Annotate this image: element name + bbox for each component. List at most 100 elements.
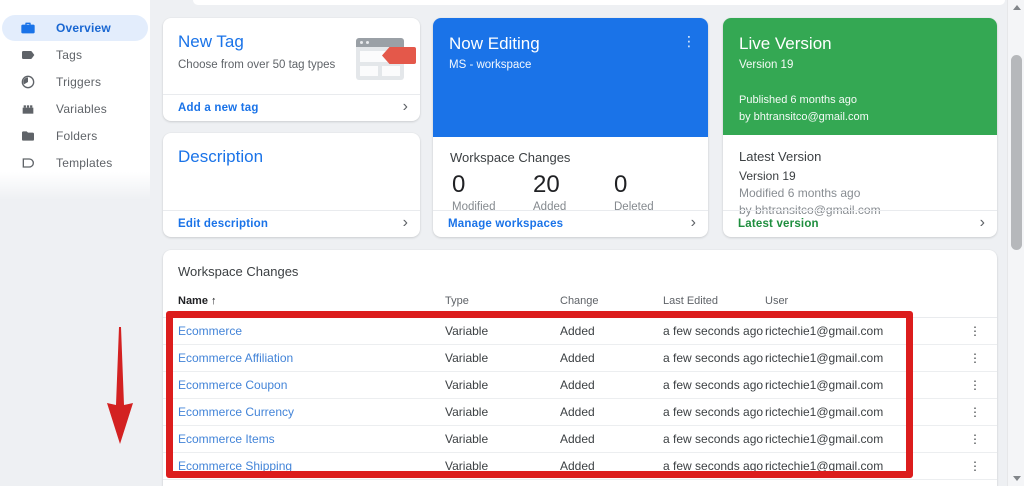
- row-type: Variable: [445, 378, 489, 392]
- latest-version-link-label: Latest version: [738, 218, 819, 230]
- table-row: Ecommerce Items Variable Added a few sec…: [163, 426, 997, 453]
- live-version-title: Live Version: [739, 34, 832, 53]
- sidebar-item-tags[interactable]: Tags: [2, 42, 148, 68]
- scroll-up-arrow-icon[interactable]: [1013, 5, 1021, 10]
- row-change: Added: [560, 432, 595, 446]
- row-menu-icon[interactable]: ⋮: [969, 325, 997, 337]
- latest-version-block: Latest Version Version 19 Modified 6 mon…: [723, 135, 997, 217]
- new-tag-card: New Tag Choose from over 50 tag types Ad…: [163, 18, 420, 121]
- column-header-user[interactable]: User: [765, 295, 955, 307]
- live-version-header: Live Version Version 19 Published 6 mont…: [723, 18, 997, 135]
- sidebar-item-folders[interactable]: Folders: [2, 123, 148, 149]
- row-last-edited: a few seconds ago: [663, 324, 764, 338]
- chevron-right-icon: ›: [979, 214, 985, 231]
- published-by: by bhtransitco@gmail.com: [739, 110, 869, 123]
- browser-tag-illustration: [356, 38, 416, 82]
- row-user: rictechie1@gmail.com: [765, 432, 884, 446]
- row-type: Variable: [445, 405, 489, 419]
- header-bottom-strip: [193, 0, 1005, 5]
- annotation-down-arrow: [107, 327, 133, 444]
- row-name-link[interactable]: Ecommerce Currency: [178, 405, 445, 419]
- add-new-tag-label: Add a new tag: [178, 102, 259, 114]
- row-name-link[interactable]: Ecommerce: [178, 324, 445, 338]
- table-row: Ecommerce Affiliation Variable Added a f…: [163, 345, 997, 372]
- chevron-right-icon: ›: [402, 98, 408, 115]
- manage-workspaces-button[interactable]: Manage workspaces ›: [433, 210, 708, 237]
- column-header-change[interactable]: Change: [560, 295, 663, 307]
- column-header-last-edited[interactable]: Last Edited: [663, 295, 765, 307]
- more-options-icon[interactable]: ⋮: [682, 34, 696, 48]
- row-menu-icon[interactable]: ⋮: [969, 379, 997, 391]
- row-last-edited: a few seconds ago: [663, 405, 764, 419]
- workspace-changes-label: Workspace Changes: [450, 150, 571, 165]
- row-change: Added: [560, 405, 595, 419]
- sidebar-item-label: Variables: [56, 102, 107, 116]
- sidebar-item-variables[interactable]: Variables: [2, 96, 148, 122]
- sidebar: Overview Tags Triggers Variables Folders…: [0, 0, 150, 200]
- stat-value: 0: [614, 171, 628, 198]
- table-row-partial: ⋮: [163, 480, 997, 486]
- row-last-edited: a few seconds ago: [663, 351, 764, 365]
- table-row: Ecommerce Coupon Variable Added a few se…: [163, 372, 997, 399]
- edit-description-button[interactable]: Edit description ›: [163, 210, 420, 237]
- stat-value: 0: [452, 171, 466, 198]
- row-last-edited: a few seconds ago: [663, 432, 764, 446]
- row-name-link[interactable]: Ecommerce Shipping: [178, 459, 445, 473]
- row-type: Variable: [445, 432, 489, 446]
- vertical-scrollbar: [1007, 0, 1024, 486]
- scrollbar-thumb[interactable]: [1011, 55, 1022, 250]
- description-card: Description Edit description ›: [163, 133, 420, 237]
- row-type: Variable: [445, 351, 489, 365]
- trigger-icon: [20, 74, 36, 90]
- latest-version-modified: Modified 6 months ago: [739, 186, 861, 200]
- latest-version-heading: Latest Version: [739, 149, 822, 164]
- row-change: Added: [560, 459, 595, 473]
- variables-icon: [20, 101, 36, 117]
- sidebar-item-label: Overview: [56, 21, 111, 35]
- sidebar-item-label: Templates: [56, 156, 113, 170]
- row-name-link[interactable]: Ecommerce Affiliation: [178, 351, 445, 365]
- overview-icon: [20, 20, 36, 36]
- tag-icon: [20, 47, 36, 63]
- published-info: Published 6 months ago by bhtransitco@gm…: [739, 92, 869, 125]
- row-name-link[interactable]: Ecommerce Coupon: [178, 378, 445, 392]
- row-menu-icon[interactable]: ⋮: [969, 406, 997, 418]
- sidebar-item-label: Triggers: [56, 75, 102, 89]
- table-row: Ecommerce Shipping Variable Added a few …: [163, 453, 997, 480]
- now-editing-title: Now Editing: [449, 34, 540, 53]
- live-version-card: Live Version Version 19 Published 6 mont…: [723, 18, 997, 237]
- template-icon: [20, 155, 36, 171]
- sidebar-item-triggers[interactable]: Triggers: [2, 69, 148, 95]
- table-row: Ecommerce Currency Variable Added a few …: [163, 399, 997, 426]
- manage-workspaces-label: Manage workspaces: [448, 218, 564, 230]
- sidebar-item-label: Folders: [56, 129, 98, 143]
- chevron-right-icon: ›: [690, 214, 696, 231]
- row-name-link[interactable]: Ecommerce Items: [178, 432, 445, 446]
- workspace-changes-table-card: Workspace Changes Name ↑ Type Change Last…: [163, 250, 997, 486]
- folder-icon: [20, 128, 36, 144]
- edit-description-label: Edit description: [178, 218, 269, 230]
- sidebar-item-templates[interactable]: Templates: [2, 150, 148, 176]
- row-menu-icon[interactable]: ⋮: [969, 352, 997, 364]
- sidebar-item-overview[interactable]: Overview: [2, 15, 148, 41]
- column-header-type[interactable]: Type: [445, 295, 560, 307]
- latest-version-button[interactable]: Latest version ›: [723, 210, 997, 237]
- row-type: Variable: [445, 459, 489, 473]
- sort-ascending-icon: ↑: [210, 294, 217, 307]
- row-user: rictechie1@gmail.com: [765, 351, 884, 365]
- column-header-name[interactable]: Name ↑: [178, 295, 445, 307]
- table-row: Ecommerce Variable Added a few seconds a…: [163, 318, 997, 345]
- row-menu-icon[interactable]: ⋮: [969, 460, 997, 472]
- now-editing-workspace-name: MS - workspace: [449, 59, 532, 71]
- table-title: Workspace Changes: [178, 264, 299, 279]
- row-menu-icon[interactable]: ⋮: [969, 433, 997, 445]
- now-editing-card: Now Editing MS - workspace ⋮ Workspace C…: [433, 18, 708, 237]
- row-type: Variable: [445, 324, 489, 338]
- scroll-down-arrow-icon[interactable]: [1013, 476, 1021, 481]
- stat-deleted: 0 Deleted: [614, 171, 695, 213]
- add-new-tag-button[interactable]: Add a new tag ›: [163, 94, 420, 121]
- description-title: Description: [178, 147, 264, 166]
- published-ago: Published 6 months ago: [739, 94, 858, 106]
- sidebar-item-label: Tags: [56, 48, 83, 62]
- row-user: rictechie1@gmail.com: [765, 324, 884, 338]
